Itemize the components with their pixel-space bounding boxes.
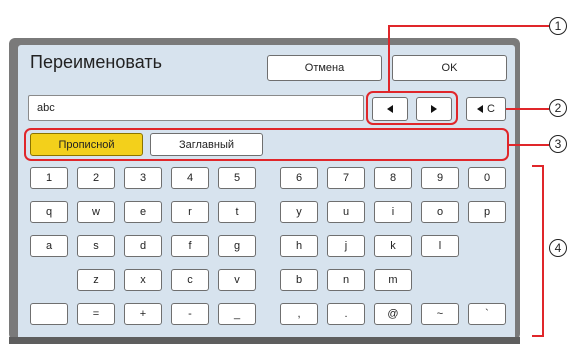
key-row1-2[interactable]: 3 xyxy=(124,167,162,189)
callout-2: 2 xyxy=(549,99,567,117)
key-row5-4[interactable]: _ xyxy=(218,303,256,325)
key-row1-7[interactable]: 8 xyxy=(374,167,412,189)
key-row5-7[interactable]: @ xyxy=(374,303,412,325)
key-row4-5[interactable]: n xyxy=(327,269,365,291)
callout-3-leader xyxy=(509,144,549,146)
key-row1-1[interactable]: 2 xyxy=(77,167,115,189)
key-row2-9[interactable]: p xyxy=(468,201,506,223)
keyboard: 1 2 3 4 5 6 7 8 9 0 q w e r t y u i o p a s d f g h j k l z x c v b n m = + - _… xyxy=(0,0,568,344)
key-row3-2[interactable]: d xyxy=(124,235,162,257)
key-row5-8[interactable]: ~ xyxy=(421,303,459,325)
key-row2-7[interactable]: i xyxy=(374,201,412,223)
key-row5-3[interactable]: - xyxy=(171,303,209,325)
key-row5-2[interactable]: + xyxy=(124,303,162,325)
callout-3: 3 xyxy=(549,135,567,153)
key-row1-6[interactable]: 7 xyxy=(327,167,365,189)
key-row2-6[interactable]: u xyxy=(327,201,365,223)
key-row5-9[interactable]: ` xyxy=(468,303,506,325)
callout-4-bracket xyxy=(542,165,544,337)
callout-4-bracket-bottom xyxy=(532,335,544,337)
key-row1-0[interactable]: 1 xyxy=(30,167,68,189)
key-row5-1[interactable]: = xyxy=(77,303,115,325)
key-row3-7[interactable]: k xyxy=(374,235,412,257)
key-row3-0[interactable]: a xyxy=(30,235,68,257)
key-row2-5[interactable]: y xyxy=(280,201,318,223)
key-row4-6[interactable]: m xyxy=(374,269,412,291)
key-row2-4[interactable]: t xyxy=(218,201,256,223)
key-row5-6[interactable]: . xyxy=(327,303,365,325)
key-row4-2[interactable]: c xyxy=(171,269,209,291)
key-row2-2[interactable]: e xyxy=(124,201,162,223)
key-row2-0[interactable]: q xyxy=(30,201,68,223)
callout-4: 4 xyxy=(549,239,567,257)
key-row1-3[interactable]: 4 xyxy=(171,167,209,189)
key-row4-3[interactable]: v xyxy=(218,269,256,291)
key-row3-8[interactable]: l xyxy=(421,235,459,257)
key-row1-4[interactable]: 5 xyxy=(218,167,256,189)
key-row4-1[interactable]: x xyxy=(124,269,162,291)
key-row3-4[interactable]: g xyxy=(218,235,256,257)
callout-1-leader xyxy=(388,25,390,92)
key-row4-4[interactable]: b xyxy=(280,269,318,291)
key-row2-8[interactable]: o xyxy=(421,201,459,223)
callout-1: 1 xyxy=(549,17,567,35)
callout-2-leader xyxy=(506,108,549,110)
key-row3-1[interactable]: s xyxy=(77,235,115,257)
callout-1-leader-h xyxy=(388,25,549,27)
key-row2-1[interactable]: w xyxy=(77,201,115,223)
key-row5-5[interactable]: , xyxy=(280,303,318,325)
key-row3-6[interactable]: j xyxy=(327,235,365,257)
key-row1-8[interactable]: 9 xyxy=(421,167,459,189)
key-row1-5[interactable]: 6 xyxy=(280,167,318,189)
key-row1-9[interactable]: 0 xyxy=(468,167,506,189)
key-row3-5[interactable]: h xyxy=(280,235,318,257)
key-row4-0[interactable]: z xyxy=(77,269,115,291)
case-toggle-highlight xyxy=(24,128,509,161)
key-row3-3[interactable]: f xyxy=(171,235,209,257)
key-row5-0[interactable] xyxy=(30,303,68,325)
key-row2-3[interactable]: r xyxy=(171,201,209,223)
cursor-buttons-highlight xyxy=(366,91,458,125)
